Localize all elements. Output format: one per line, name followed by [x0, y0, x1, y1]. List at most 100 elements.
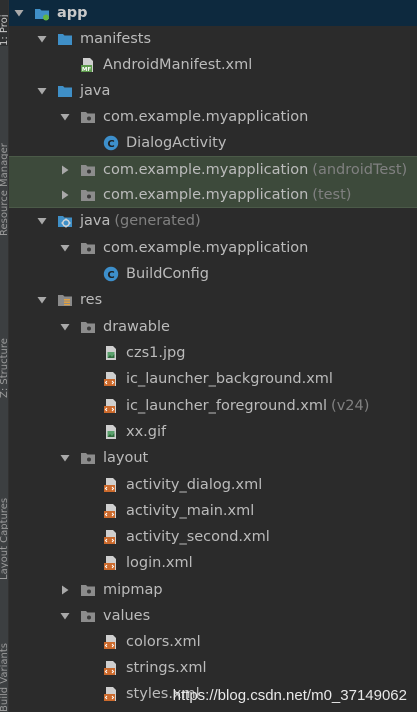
tree-row[interactable]: java (generated): [9, 208, 417, 234]
tree-row[interactable]: com.example.myapplication (test): [9, 182, 417, 208]
tree-row[interactable]: res: [9, 287, 417, 313]
expand-arrow-icon[interactable]: [13, 7, 25, 19]
tree-row[interactable]: C DialogActivity: [9, 130, 417, 156]
tree-row[interactable]: login.xml: [9, 550, 417, 576]
manifest-file-icon: MF: [80, 57, 96, 73]
tree-row[interactable]: java: [9, 78, 417, 104]
tree-item-label: AndroidManifest.xml: [103, 57, 253, 73]
tree-row[interactable]: strings.xml: [9, 655, 417, 681]
tree-row[interactable]: manifests: [9, 26, 417, 52]
tree-row[interactable]: activity_second.xml: [9, 524, 417, 550]
tree-row[interactable]: czs1.jpg: [9, 340, 417, 366]
module-icon: [34, 5, 50, 21]
collapse-arrow-icon[interactable]: [59, 189, 71, 201]
tree-row[interactable]: xx.gif: [9, 419, 417, 445]
tree-row[interactable]: colors.xml: [9, 629, 417, 655]
tree-item-suffix: (androidTest): [312, 161, 408, 178]
xml-file-icon: [103, 503, 119, 519]
collapse-arrow-icon[interactable]: [59, 164, 71, 176]
tree-item-suffix: (generated): [114, 213, 201, 229]
expand-arrow-icon[interactable]: [36, 215, 48, 227]
side-tab-1[interactable]: Resource Manager: [0, 96, 8, 236]
tree-row[interactable]: drawable: [9, 314, 417, 340]
side-tab-4[interactable]: Build Variants: [0, 612, 8, 712]
tree-row[interactable]: values: [9, 603, 417, 629]
project-tree: app manifests MF AndroidManifest.xml java com…: [9, 0, 417, 712]
package-icon: [80, 608, 96, 624]
package-icon: [80, 582, 96, 598]
folder-icon: [57, 83, 73, 99]
package-icon: [80, 162, 96, 178]
tree-item-label: java: [80, 213, 111, 229]
tree-row[interactable]: ic_launcher_background.xml: [9, 366, 417, 392]
expand-arrow-icon[interactable]: [59, 321, 71, 333]
expand-arrow-icon[interactable]: [59, 452, 71, 464]
tree-item-label: mipmap: [103, 582, 163, 598]
tree-item-label: com.example.myapplication: [103, 240, 309, 256]
tree-item-label: res: [80, 292, 103, 308]
tree-item-label: values: [103, 608, 151, 624]
tree-item-label: com.example.myapplication: [103, 109, 309, 125]
expand-arrow-icon[interactable]: [59, 610, 71, 622]
expand-arrow-icon[interactable]: [36, 294, 48, 306]
tree-row[interactable]: com.example.myapplication: [9, 235, 417, 261]
tree-row[interactable]: MF AndroidManifest.xml: [9, 52, 417, 78]
tree-row[interactable]: com.example.myapplication (androidTest): [9, 156, 417, 182]
tree-row[interactable]: layout: [9, 445, 417, 471]
tree-row[interactable]: com.example.myapplication: [9, 104, 417, 130]
tree-item-label: manifests: [80, 31, 152, 47]
tree-row[interactable]: C BuildConfig: [9, 261, 417, 287]
package-icon: [80, 187, 96, 203]
watermark: https://blog.csdn.net/m0_37149062: [172, 687, 407, 704]
tree-row[interactable]: activity_main.xml: [9, 498, 417, 524]
expand-arrow-icon[interactable]: [59, 242, 71, 254]
class-icon: C: [103, 135, 119, 151]
side-tab-3[interactable]: Layout Captures: [0, 450, 8, 580]
tree-row[interactable]: ic_launcher_foreground.xml (v24): [9, 393, 417, 419]
tool-window-strip: 1: Proj Resource Manager Z: Structure Layou…: [0, 0, 9, 712]
xml-file-icon: [103, 686, 119, 702]
tree-item-label: DialogActivity: [126, 135, 227, 151]
tree-row[interactable]: activity_dialog.xml: [9, 472, 417, 498]
expand-arrow-icon[interactable]: [36, 33, 48, 45]
tree-item-label: java: [80, 83, 111, 99]
side-tab-2[interactable]: Z: Structure: [0, 320, 8, 398]
package-icon: [80, 109, 96, 125]
svg-text:MF: MF: [82, 67, 91, 73]
class-icon: C: [103, 266, 119, 282]
resource-folder-icon: [57, 292, 73, 308]
package-icon: [80, 450, 96, 466]
xml-file-icon: [103, 555, 119, 571]
tree-item-label: com.example.myapplication: [103, 161, 309, 178]
collapse-arrow-icon[interactable]: [59, 584, 71, 596]
tree-row[interactable]: app: [9, 0, 417, 26]
expand-arrow-icon[interactable]: [59, 111, 71, 123]
tree-item-label: colors.xml: [126, 634, 201, 650]
tree-item-label: activity_second.xml: [126, 529, 270, 545]
generated-folder-icon: [57, 213, 73, 229]
tree-item-label: xx.gif: [126, 424, 167, 440]
xml-file-icon: [103, 398, 119, 414]
svg-text:C: C: [107, 139, 114, 150]
side-tab-0[interactable]: 1: Proj: [0, 0, 8, 46]
xml-file-icon: [103, 529, 119, 545]
tree-item-label: layout: [103, 450, 149, 466]
tree-row[interactable]: mipmap: [9, 577, 417, 603]
expand-arrow-icon[interactable]: [36, 85, 48, 97]
xml-file-icon: [103, 660, 119, 676]
svg-text:C: C: [107, 270, 114, 281]
folder-icon: [57, 31, 73, 47]
tree-item-label: BuildConfig: [126, 266, 209, 282]
